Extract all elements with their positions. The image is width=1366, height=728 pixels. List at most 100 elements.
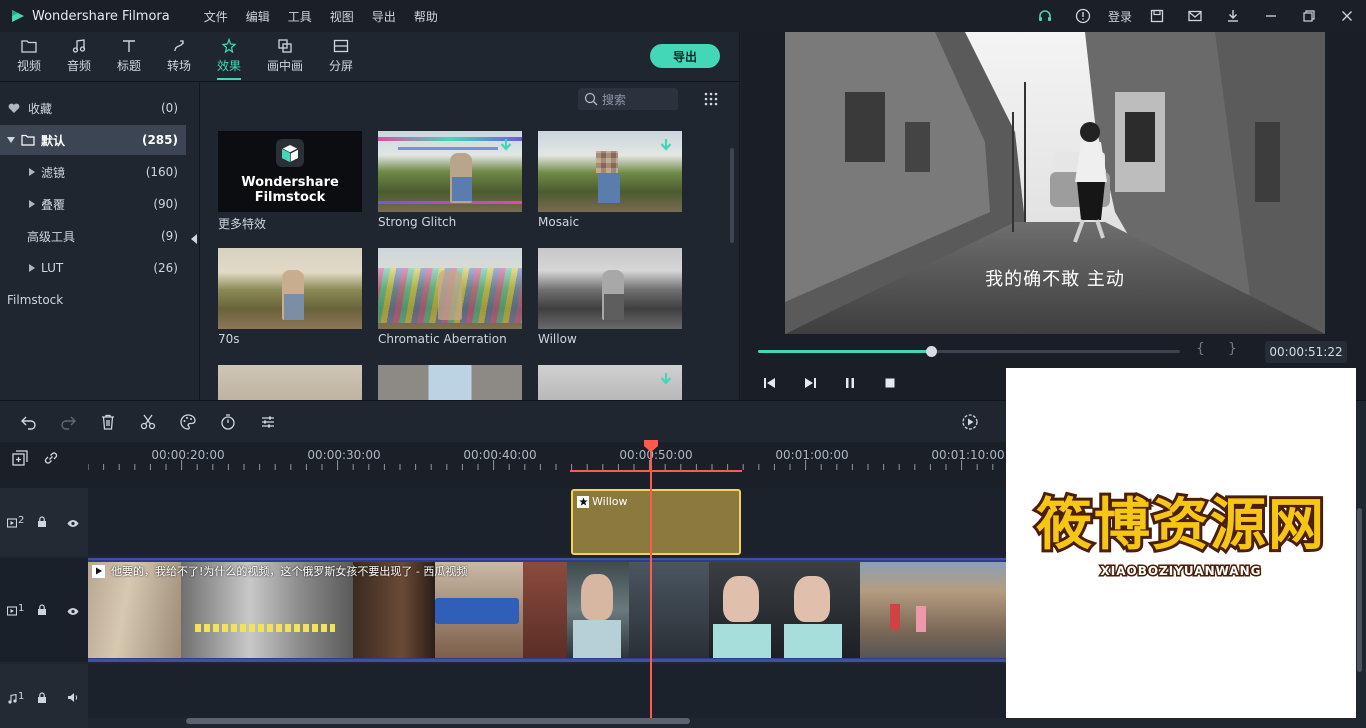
pause-button[interactable] <box>840 375 860 391</box>
effect-thumbnail: Wondershare Filmstock <box>218 131 362 212</box>
minimize-icon[interactable] <box>1252 0 1290 32</box>
menu-view[interactable]: 视图 <box>330 8 354 25</box>
sidebar-item-favorites[interactable]: 收藏 (0) <box>0 93 186 123</box>
clip-frame <box>709 562 776 658</box>
timeline-horizontal-scrollbar[interactable] <box>186 718 690 724</box>
search-placeholder: 搜索 <box>602 92 627 107</box>
export-button[interactable]: 导出 <box>650 44 720 68</box>
filmstock-brand-line2: Filmstock <box>254 190 326 205</box>
restore-icon[interactable] <box>1290 0 1328 32</box>
effect-chromatic-aberration[interactable]: Chromatic Aberration <box>378 248 522 346</box>
track-video-2[interactable] <box>88 488 1010 556</box>
search-input[interactable]: 搜索 <box>578 88 678 110</box>
playhead-handle-icon[interactable] <box>643 440 659 452</box>
download-marker-icon <box>660 373 672 390</box>
login-button[interactable]: 登录 <box>1102 8 1138 25</box>
tab-audio[interactable]: 音频 <box>57 36 101 74</box>
effect-mosaic[interactable]: Mosaic <box>538 131 682 229</box>
menu-export[interactable]: 导出 <box>372 8 396 25</box>
expand-right-icon <box>28 264 38 272</box>
effect-item[interactable] <box>218 365 362 400</box>
speed-timer-icon[interactable] <box>219 413 237 431</box>
lock-icon[interactable] <box>37 516 47 530</box>
effect-willow[interactable]: Willow <box>538 248 682 346</box>
ruler-label: 00:00:20:00 <box>151 448 225 462</box>
info-icon[interactable] <box>1064 0 1102 32</box>
tab-video[interactable]: 视频 <box>7 36 51 74</box>
menu-file[interactable]: 文件 <box>204 8 228 25</box>
effects-category-sidebar: 收藏 (0) 默认 (285) 滤镜 (160) 叠覆 (90) 高级工具 (9… <box>0 83 200 400</box>
previous-frame-button[interactable] <box>760 375 780 391</box>
tab-pip[interactable]: 画中画 <box>263 36 307 74</box>
close-icon[interactable] <box>1328 0 1366 32</box>
scissors-icon[interactable] <box>139 413 157 431</box>
speaker-icon[interactable] <box>67 692 79 706</box>
download-icon[interactable] <box>1214 0 1252 32</box>
sidebar-item-overlays[interactable]: 叠覆 (90) <box>0 189 186 219</box>
playback-progress-handle[interactable] <box>926 346 938 357</box>
ruler-label: 00:01:00:00 <box>775 448 849 462</box>
ruler-scale[interactable]: 00:00:20:00 00:00:30:00 00:00:40:00 00:0… <box>88 442 1010 488</box>
redo-icon[interactable] <box>59 413 77 431</box>
effect-strong-glitch[interactable]: Strong Glitch <box>378 131 522 229</box>
filmstock-brand-line1: Wondershare <box>241 175 339 190</box>
delete-icon[interactable] <box>99 413 117 431</box>
tab-effects[interactable]: 效果 <box>207 36 251 80</box>
effect-item[interactable] <box>378 365 522 400</box>
grid-view-icon[interactable] <box>704 92 720 108</box>
timeline-ruler[interactable]: 00:00:20:00 00:00:30:00 00:00:40:00 00:0… <box>0 442 1010 488</box>
lock-icon[interactable] <box>37 604 47 618</box>
play-button[interactable] <box>800 375 820 391</box>
media-tabs: 视频 音频 标题 转场 效果 画中画 分屏 导出 <box>0 32 740 82</box>
effect-thumbnail <box>538 248 682 329</box>
split-screen-icon <box>319 36 363 56</box>
lock-icon[interactable] <box>37 692 47 706</box>
sidebar-item-advanced-tools[interactable]: 高级工具 (9) <box>0 221 186 251</box>
timeline-vertical-scrollbar[interactable] <box>1357 508 1362 672</box>
video-track-icon <box>6 517 18 531</box>
tab-transitions[interactable]: 转场 <box>157 36 201 74</box>
mark-in-button[interactable]: { <box>1196 341 1205 357</box>
collapse-panel-icon[interactable] <box>190 233 198 245</box>
sidebar-item-lut[interactable]: LUT (26) <box>0 253 186 283</box>
sidebar-item-count: (90) <box>153 197 178 211</box>
effects-icon <box>207 36 251 56</box>
mail-icon[interactable] <box>1176 0 1214 32</box>
sidebar-item-count: (160) <box>145 165 178 179</box>
playback-progress-slider[interactable] <box>758 346 1180 357</box>
sidebar-item-filmstock[interactable]: Filmstock <box>0 285 186 315</box>
save-icon[interactable] <box>1138 0 1176 32</box>
effects-scrollbar[interactable] <box>730 148 734 243</box>
link-icon[interactable] <box>42 449 60 470</box>
mark-out-button[interactable]: } <box>1228 341 1237 357</box>
tab-label: 转场 <box>166 59 191 73</box>
adjust-sliders-icon[interactable] <box>259 413 277 431</box>
eye-icon[interactable] <box>67 517 79 531</box>
undo-icon[interactable] <box>20 413 38 431</box>
effect-clip-willow[interactable]: Willow <box>571 489 741 555</box>
track-number: 2 <box>18 515 25 526</box>
track-audio-1[interactable] <box>88 664 1010 718</box>
preview-subtitle: 我的确不敢 主动 <box>985 269 1125 290</box>
add-track-icon[interactable] <box>11 449 29 470</box>
tab-titles[interactable]: 标题 <box>107 36 151 74</box>
eye-icon[interactable] <box>67 605 79 619</box>
menu-help[interactable]: 帮助 <box>414 8 438 25</box>
menu-edit[interactable]: 编辑 <box>246 8 270 25</box>
stop-button[interactable] <box>880 375 900 391</box>
playhead[interactable] <box>650 450 652 720</box>
effect-70s[interactable]: 70s <box>218 248 362 346</box>
effect-filmstock[interactable]: Wondershare Filmstock 更多特效 <box>218 131 362 232</box>
ruler-label: 00:00:40:00 <box>463 448 537 462</box>
sidebar-item-filters[interactable]: 滤镜 (160) <box>0 157 186 187</box>
render-preview-icon[interactable] <box>961 413 979 431</box>
menu-tools[interactable]: 工具 <box>288 8 312 25</box>
headset-icon[interactable] <box>1026 0 1064 32</box>
sidebar-item-default[interactable]: 默认 (285) <box>0 125 186 155</box>
tab-split-screen[interactable]: 分屏 <box>319 36 363 74</box>
video-clip[interactable]: 他要的，我给不了!为什么的视频，这个俄罗斯女孩不要出现了 - 西瓜视频 <box>88 558 1010 662</box>
color-palette-icon[interactable] <box>179 413 197 431</box>
effect-item[interactable] <box>538 365 682 400</box>
sidebar-item-count: (0) <box>161 101 178 115</box>
pip-icon <box>263 36 307 56</box>
